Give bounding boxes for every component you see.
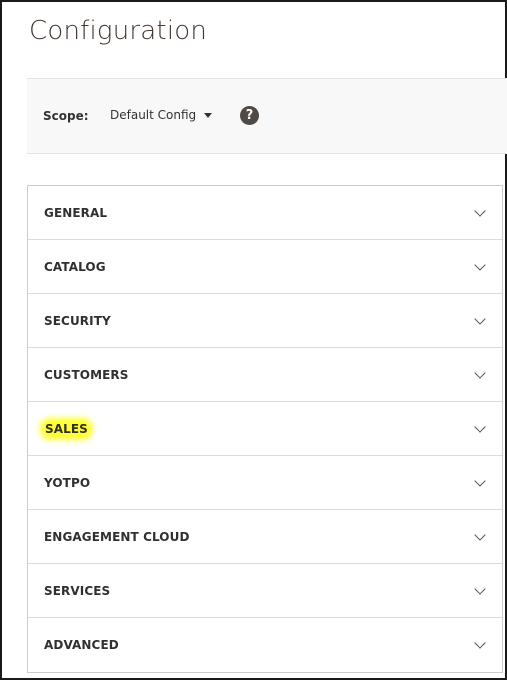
section-label: SECURITY [44, 314, 111, 328]
chevron-down-icon [474, 421, 486, 433]
page-title: Configuration [29, 16, 208, 46]
section-label: CUSTOMERS [44, 368, 129, 382]
section-label: ENGAGEMENT CLOUD [44, 530, 190, 544]
section-label: GENERAL [44, 206, 108, 220]
chevron-down-icon [474, 475, 486, 487]
caret-down-icon [204, 112, 213, 118]
scope-label: Scope: [43, 109, 89, 123]
section-label: SERVICES [44, 584, 111, 598]
section-advanced[interactable]: ADVANCED [28, 618, 502, 672]
chevron-down-icon [474, 529, 486, 541]
section-security[interactable]: SECURITY [28, 294, 502, 348]
section-label: ADVANCED [44, 638, 119, 652]
section-label-highlighted: SALES [44, 422, 89, 436]
chevron-down-icon [474, 637, 486, 649]
section-general[interactable]: GENERAL [28, 186, 502, 240]
help-icon-glyph: ? [245, 108, 254, 123]
chevron-down-icon [474, 259, 486, 271]
scope-switcher[interactable]: Default Config [110, 108, 213, 122]
config-sections: GENERAL CATALOG SECURITY CUSTOMERS SALES… [27, 185, 503, 673]
section-yotpo[interactable]: YOTPO [28, 456, 502, 510]
section-sales[interactable]: SALES [28, 402, 502, 456]
section-label: CATALOG [44, 260, 106, 274]
section-engagement-cloud[interactable]: ENGAGEMENT CLOUD [28, 510, 502, 564]
chevron-down-icon [474, 205, 486, 217]
chevron-down-icon [474, 313, 486, 325]
chevron-down-icon [474, 583, 486, 595]
section-customers[interactable]: CUSTOMERS [28, 348, 502, 402]
help-icon[interactable]: ? [240, 106, 259, 125]
admin-frame: Configuration Scope: Default Config ? GE… [0, 0, 507, 680]
section-label: YOTPO [44, 476, 91, 490]
chevron-down-icon [474, 367, 486, 379]
section-catalog[interactable]: CATALOG [28, 240, 502, 294]
scope-bar: Scope: Default Config ? [27, 78, 507, 154]
scope-value: Default Config [110, 108, 197, 122]
section-services[interactable]: SERVICES [28, 564, 502, 618]
